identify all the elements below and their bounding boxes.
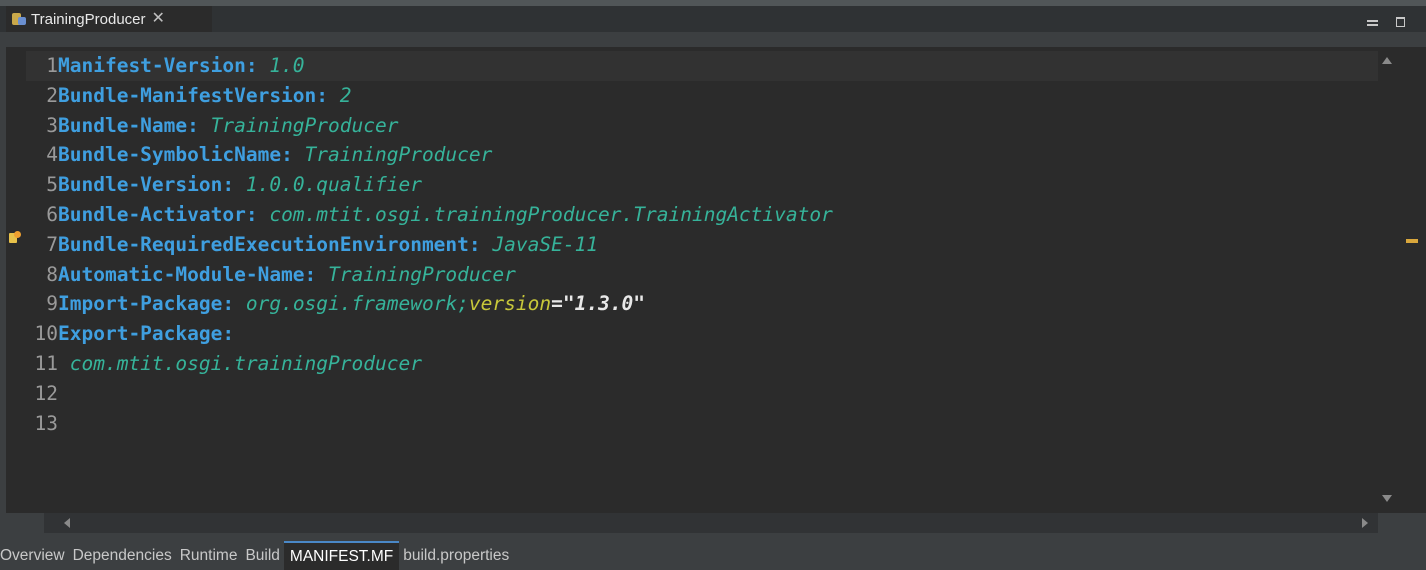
- attribute-equals: =: [551, 292, 563, 316]
- manifest-value: TrainingProducer: [210, 113, 399, 137]
- line-number: 10: [34, 322, 58, 346]
- manifest-key: Bundle-RequiredExecutionEnvironment: [58, 232, 469, 256]
- editor-tab-bar: TrainingProducer ✕: [0, 6, 1426, 32]
- maximize-icon[interactable]: [1396, 17, 1405, 27]
- scrollbar-corner: [1378, 513, 1426, 533]
- manifest-key: Bundle-ManifestVersion: [58, 83, 317, 107]
- scroll-up-icon[interactable]: [1382, 57, 1392, 64]
- scroll-right-icon[interactable]: [1362, 518, 1368, 528]
- code-line[interactable]: 6Bundle-Activator: com.mtit.osgi.trainin…: [26, 200, 1378, 230]
- code-line[interactable]: 8Automatic-Module-Name: TrainingProducer: [26, 260, 1378, 290]
- manifest-key: Automatic-Module-Name: [58, 262, 305, 286]
- line-number: 5: [46, 173, 58, 197]
- manifest-key: Bundle-Version: [58, 173, 223, 197]
- line-number: 6: [46, 202, 58, 226]
- key-separator: :: [222, 292, 246, 316]
- horizontal-scrollbar[interactable]: [44, 513, 1378, 533]
- line-number: 9: [46, 292, 58, 316]
- manifest-value: TrainingProducer: [328, 262, 516, 286]
- manifest-editor-page-tabs: Overview Dependencies Runtime Build MANIFEST…: [0, 541, 1426, 570]
- warning-icon[interactable]: [9, 231, 21, 243]
- code-line[interactable]: 12: [26, 379, 1378, 409]
- tab-overview[interactable]: Overview: [0, 541, 69, 570]
- manifest-attribute: version: [468, 292, 552, 316]
- line-number: 2: [46, 83, 58, 107]
- editor-tab-title: TrainingProducer: [31, 10, 146, 28]
- manifest-value: 2: [339, 83, 352, 107]
- overview-ruler[interactable]: [1396, 47, 1426, 513]
- manifest-value: 1.0: [269, 54, 305, 77]
- manifest-value: org.osgi.framework;: [245, 292, 469, 316]
- manifest-value: com.mtit.osgi.trainingProducer.TrainingA…: [269, 202, 833, 226]
- code-line[interactable]: 2Bundle-ManifestVersion: 2: [26, 81, 1378, 111]
- minimize-icon[interactable]: [1367, 20, 1378, 26]
- code-line[interactable]: 7Bundle-RequiredExecutionEnvironment: Ja…: [26, 230, 1378, 260]
- line-number: 13: [34, 411, 58, 435]
- line-number: 12: [34, 381, 58, 405]
- key-separator: :: [187, 113, 211, 137]
- line-number: 11: [34, 351, 58, 375]
- line-number: 1: [46, 54, 58, 77]
- manifest-value: JavaSE-11: [492, 232, 599, 256]
- attribute-string: "1.3.0": [562, 292, 646, 316]
- code-line[interactable]: 10Export-Package:: [26, 319, 1378, 349]
- scroll-left-icon[interactable]: [64, 518, 70, 528]
- plugin-manifest-icon: [11, 11, 27, 27]
- code-line[interactable]: 11 com.mtit.osgi.trainingProducer: [26, 349, 1378, 379]
- scroll-down-icon[interactable]: [1382, 495, 1392, 502]
- line-number: 8: [46, 262, 58, 286]
- key-separator: :: [281, 143, 305, 167]
- key-separator: :: [468, 232, 493, 256]
- code-line[interactable]: 3Bundle-Name: TrainingProducer: [26, 111, 1378, 141]
- key-separator: :: [245, 202, 270, 226]
- tab-build-properties[interactable]: build.properties: [399, 541, 513, 570]
- manifest-value: TrainingProducer: [304, 143, 493, 167]
- tab-build[interactable]: Build: [241, 541, 283, 570]
- manifest-value: com.mtit.osgi.trainingProducer: [58, 351, 422, 375]
- manifest-key: Export-Package: [58, 322, 223, 346]
- code-line[interactable]: 13: [26, 409, 1378, 439]
- tab-runtime[interactable]: Runtime: [176, 541, 242, 570]
- manifest-text-editor[interactable]: 1Manifest-Version: 1.0 2Bundle-ManifestVe…: [6, 47, 1378, 513]
- code-line[interactable]: 5Bundle-Version: 1.0.0.qualifier: [26, 170, 1378, 200]
- vertical-scrollbar[interactable]: [1378, 47, 1396, 513]
- manifest-value: 1.0.0.qualifier: [245, 173, 422, 197]
- key-separator: :: [245, 54, 270, 77]
- warning-overview-marker[interactable]: [1406, 239, 1418, 243]
- code-line[interactable]: 9Import-Package: org.osgi.framework;vers…: [26, 289, 1378, 319]
- manifest-key: Bundle-Name: [58, 113, 188, 137]
- editor-tab-trainingproducer[interactable]: TrainingProducer ✕: [6, 6, 212, 32]
- code-lines: 1Manifest-Version: 1.0 2Bundle-ManifestVe…: [26, 51, 1378, 438]
- manifest-key: Bundle-Activator: [58, 202, 246, 226]
- key-separator: :: [304, 262, 329, 286]
- scrollbar-left-gap: [0, 513, 44, 533]
- line-number: 7: [46, 232, 58, 256]
- key-separator: :: [316, 83, 340, 107]
- manifest-key: Bundle-SymbolicName: [58, 143, 282, 167]
- tab-manifest-mf[interactable]: MANIFEST.MF: [283, 541, 400, 570]
- line-number: 4: [46, 143, 58, 167]
- key-separator: :: [222, 322, 235, 346]
- manifest-key: Import-Package: [58, 292, 223, 316]
- code-line[interactable]: 1Manifest-Version: 1.0: [26, 51, 1378, 81]
- annotation-ruler: [6, 47, 26, 513]
- key-separator: :: [222, 173, 246, 197]
- line-number: 3: [46, 113, 58, 137]
- close-icon[interactable]: ✕: [152, 11, 165, 27]
- tab-dependencies[interactable]: Dependencies: [69, 541, 176, 570]
- code-line[interactable]: 4Bundle-SymbolicName: TrainingProducer: [26, 140, 1378, 170]
- manifest-key: Manifest-Version: [58, 54, 246, 77]
